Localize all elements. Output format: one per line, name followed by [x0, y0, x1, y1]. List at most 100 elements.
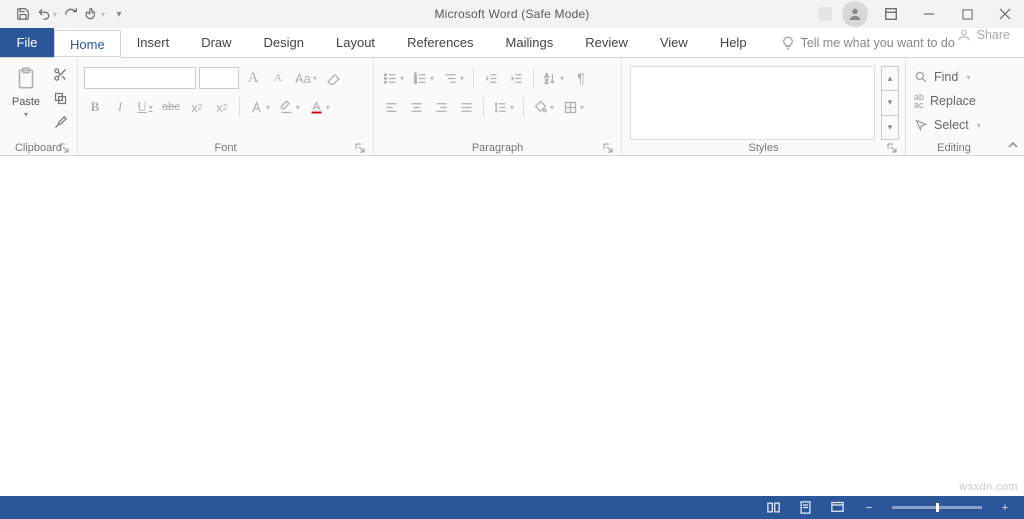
- change-case-button[interactable]: Aa: [292, 67, 320, 89]
- align-right-button[interactable]: [430, 96, 452, 118]
- share-icon: [957, 28, 971, 42]
- text-effects-button[interactable]: [246, 96, 273, 118]
- find-button[interactable]: Find: [912, 66, 990, 88]
- separator: [483, 97, 484, 117]
- tab-review[interactable]: Review: [569, 28, 644, 57]
- dialog-launcher-icon[interactable]: [603, 143, 613, 153]
- outdent-icon: [484, 71, 499, 86]
- redo-button[interactable]: [60, 3, 82, 25]
- bold-button[interactable]: B: [84, 96, 106, 118]
- tab-view[interactable]: View: [644, 28, 704, 57]
- eraser-icon: [326, 71, 341, 86]
- dialog-launcher-icon[interactable]: [887, 143, 897, 153]
- styles-label: Styles: [749, 142, 779, 154]
- justify-button[interactable]: [455, 96, 477, 118]
- borders-icon: [563, 100, 578, 115]
- tab-file[interactable]: File: [0, 28, 54, 57]
- paste-label: Paste: [12, 96, 40, 108]
- strikethrough-button[interactable]: abc: [159, 96, 183, 118]
- document-area[interactable]: [0, 156, 1024, 496]
- tab-mailings[interactable]: Mailings: [490, 28, 570, 57]
- color-swatch: [818, 7, 832, 21]
- highlighter-icon: [279, 100, 294, 115]
- maximize-button[interactable]: [948, 0, 986, 28]
- bullets-button[interactable]: [380, 67, 407, 89]
- minimize-button[interactable]: [910, 0, 948, 28]
- tab-layout[interactable]: Layout: [320, 28, 391, 57]
- shading-button[interactable]: [530, 96, 557, 118]
- zoom-in-button[interactable]: +: [996, 499, 1014, 517]
- title-bar: ▾ Microsoft Word (Safe Mode): [0, 0, 1024, 28]
- zoom-out-button[interactable]: −: [860, 499, 878, 517]
- touch-mode-button[interactable]: [84, 3, 106, 25]
- font-color-button[interactable]: [306, 96, 333, 118]
- ribbon-tabs: File Home Insert Draw Design Layout Refe…: [0, 28, 1024, 58]
- styles-row-up[interactable]: ▴: [882, 67, 898, 91]
- share-button[interactable]: Share: [957, 28, 1010, 42]
- read-mode-button[interactable]: [764, 499, 782, 517]
- styles-gallery[interactable]: [630, 66, 875, 140]
- tell-me-search[interactable]: Tell me what you want to do: [781, 28, 955, 57]
- tab-references[interactable]: References: [391, 28, 489, 57]
- justify-icon: [459, 100, 474, 115]
- indent-icon: [509, 71, 524, 86]
- align-left-button[interactable]: [380, 96, 402, 118]
- superscript-button[interactable]: x2: [211, 96, 233, 118]
- qat-customize-button[interactable]: ▾: [108, 3, 130, 25]
- align-left-icon: [384, 100, 399, 115]
- print-layout-button[interactable]: [796, 499, 814, 517]
- dialog-launcher-icon[interactable]: [59, 143, 69, 153]
- font-size-combo[interactable]: [199, 67, 239, 89]
- web-layout-button[interactable]: [828, 499, 846, 517]
- select-button[interactable]: Select: [912, 114, 990, 136]
- collapse-ribbon-button[interactable]: [1002, 58, 1024, 155]
- shrink-font-button[interactable]: A: [267, 67, 289, 89]
- dialog-launcher-icon[interactable]: [355, 143, 365, 153]
- styles-expand[interactable]: ▾: [882, 116, 898, 139]
- tab-insert[interactable]: Insert: [121, 28, 186, 57]
- grow-font-button[interactable]: A: [242, 67, 264, 89]
- clear-formatting-button[interactable]: [323, 67, 345, 89]
- paintbrush-icon: [53, 115, 68, 130]
- subscript-button[interactable]: x2: [186, 96, 208, 118]
- multilevel-list-button[interactable]: [440, 67, 467, 89]
- paste-button[interactable]: Paste ▾: [6, 62, 46, 140]
- tab-design[interactable]: Design: [248, 28, 320, 57]
- tab-help[interactable]: Help: [704, 28, 763, 57]
- copy-button[interactable]: [50, 88, 70, 108]
- italic-button[interactable]: I: [109, 96, 131, 118]
- styles-row-down[interactable]: ▾: [882, 91, 898, 115]
- highlight-button[interactable]: [276, 96, 303, 118]
- align-center-icon: [409, 100, 424, 115]
- select-label: Select: [934, 118, 969, 132]
- decrease-indent-button[interactable]: [480, 67, 502, 89]
- line-spacing-button[interactable]: [490, 96, 517, 118]
- account-avatar[interactable]: [842, 1, 868, 27]
- replace-button[interactable]: abac Replace: [912, 90, 990, 112]
- ribbon-display-button[interactable]: [872, 0, 910, 28]
- increase-indent-button[interactable]: [505, 67, 527, 89]
- page-icon: [798, 500, 813, 515]
- status-bar: − +: [0, 496, 1024, 519]
- zoom-slider[interactable]: [892, 506, 982, 509]
- font-name-combo[interactable]: [84, 67, 196, 89]
- tab-draw[interactable]: Draw: [185, 28, 247, 57]
- lightbulb-icon: [781, 36, 795, 50]
- font-color-icon: [309, 100, 324, 115]
- underline-button[interactable]: U: [134, 96, 156, 118]
- format-painter-button[interactable]: [50, 112, 70, 132]
- save-button[interactable]: [12, 3, 34, 25]
- cut-button[interactable]: [50, 64, 70, 84]
- group-clipboard: Paste ▾ Clipboard: [0, 58, 78, 155]
- numbering-icon: 123: [413, 71, 428, 86]
- zoom-thumb[interactable]: [936, 503, 939, 512]
- undo-button[interactable]: [36, 3, 58, 25]
- numbering-button[interactable]: 123: [410, 67, 437, 89]
- sort-button[interactable]: AZ: [540, 67, 567, 89]
- show-marks-button[interactable]: ¶: [570, 67, 592, 89]
- tab-home[interactable]: Home: [54, 30, 121, 58]
- watermark-text: wsxdn.com: [959, 481, 1018, 493]
- borders-button[interactable]: [560, 96, 587, 118]
- close-button[interactable]: [986, 0, 1024, 28]
- align-center-button[interactable]: [405, 96, 427, 118]
